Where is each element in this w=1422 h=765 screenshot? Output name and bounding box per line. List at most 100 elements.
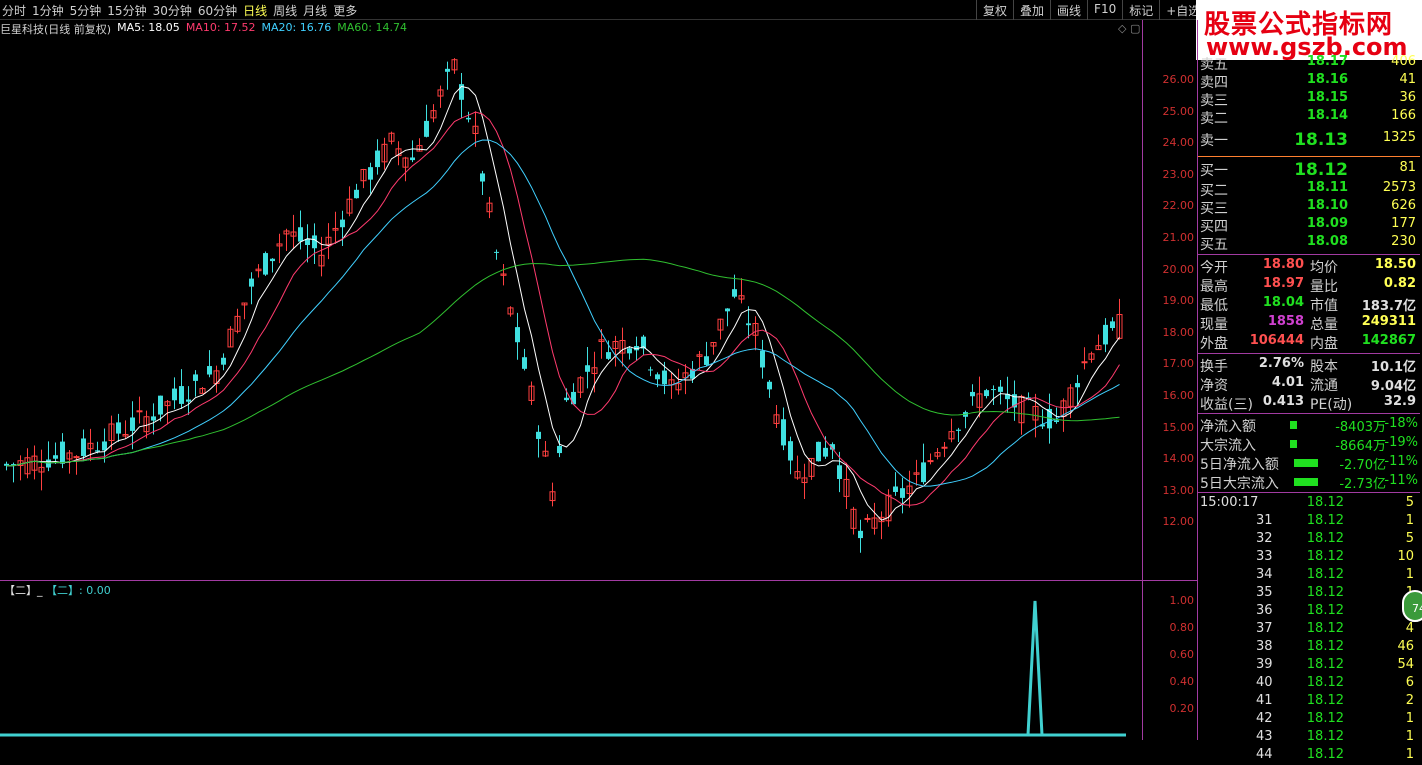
price-tick: 21.00	[1162, 231, 1195, 244]
tick-row: 3618.129	[1198, 603, 1420, 621]
bid-label: 买五	[1200, 237, 1228, 253]
float-badge[interactable]: 74	[1402, 590, 1422, 622]
bid-row[interactable]: 买五 18.08 230	[1198, 234, 1420, 253]
tick-price: 18.12	[1306, 531, 1344, 546]
tick-time: 33	[1256, 549, 1273, 564]
stat-row: 换手 2.76% 股本 10.1亿	[1198, 356, 1420, 375]
stat-row: 收益(三) 0.413 PE(动) 32.9	[1198, 394, 1420, 413]
tick-row: 33 18.12 10	[1198, 549, 1420, 567]
period-tab-3[interactable]: 15分钟	[107, 2, 150, 19]
bid-row[interactable]: 买四 18.09 177	[1198, 216, 1420, 235]
ask-label: 卖三	[1200, 93, 1228, 109]
stat-label: 量比	[1310, 279, 1338, 295]
ask-row[interactable]: 卖三 18.15 36	[1198, 90, 1420, 109]
bid-label: 买四	[1200, 219, 1228, 235]
tick-time: 41	[1256, 693, 1273, 708]
tick-volume: 4	[1405, 621, 1414, 636]
tick-row: 34 18.12 1	[1198, 567, 1420, 585]
tool-button-4[interactable]: 标记	[1122, 0, 1159, 20]
price-axis: 26.00 25.00 24.00 23.00 22.00 21.00 20.00 19.00…	[1142, 20, 1198, 580]
period-tab-6[interactable]: 日线	[243, 2, 271, 19]
period-tab-8[interactable]: 月线	[303, 2, 331, 19]
ask-row[interactable]: 卖四 18.16 41	[1198, 72, 1420, 91]
period-tab-7[interactable]: 周线	[273, 2, 301, 19]
ask-row[interactable]: 卖二 18.14 166	[1198, 108, 1420, 127]
tool-button-3[interactable]: F10	[1087, 0, 1122, 20]
bid-row[interactable]: 买三 18.10 626	[1198, 198, 1420, 217]
stat-row: 今开 18.80 均价 18.50	[1198, 257, 1420, 276]
section-divider	[1198, 413, 1420, 414]
flow-bar	[1290, 440, 1297, 448]
stat-label: 总量	[1310, 317, 1338, 333]
panel-divider	[0, 580, 1198, 581]
tick-row: 3518.121	[1198, 585, 1420, 603]
candle-body	[1054, 420, 1059, 423]
tick-price: 18.12	[1306, 567, 1344, 582]
stat-label: 均价	[1310, 260, 1338, 276]
tick-row: 15:00:17 18.12 5	[1198, 495, 1420, 513]
stat-value: 10.1亿	[1370, 360, 1416, 375]
indicator-tick: 1.00	[1169, 594, 1195, 607]
price-tick: 20.00	[1162, 262, 1195, 276]
ma-line	[6, 85, 1120, 521]
period-tab-9[interactable]: 更多	[333, 2, 361, 19]
bid-row[interactable]: 买一 18.12 81	[1198, 160, 1420, 180]
candle-body	[207, 366, 212, 375]
stat-row: 外盘 106444 内盘 142867	[1198, 333, 1420, 352]
candle-body	[424, 120, 429, 137]
tick-price: 18.12	[1306, 513, 1344, 528]
stat-value: 18.04	[1262, 295, 1304, 310]
candle-body	[767, 381, 772, 390]
candle-body	[410, 157, 415, 161]
tick-price: 18.12	[1306, 729, 1344, 744]
stat-label: 净资	[1200, 378, 1228, 394]
candle-body	[655, 374, 660, 380]
chart-info-bar: 巨星科技(日线 前复权) MA5: 18.05 MA10: 17.52 MA20…	[0, 21, 413, 37]
price-tick: 22.00	[1162, 199, 1195, 213]
ask-price: 18.17	[1306, 54, 1348, 69]
tool-button-1[interactable]: 叠加	[1013, 0, 1050, 20]
stat-label: 内盘	[1310, 336, 1338, 352]
stat-label: 换手	[1200, 359, 1228, 375]
candle-body	[368, 167, 373, 180]
tick-volume: 6	[1405, 675, 1414, 690]
period-tab-5[interactable]: 60分钟	[198, 2, 241, 19]
candle-body	[445, 68, 450, 72]
tool-button-0[interactable]: 复权	[976, 0, 1013, 20]
candle-body	[193, 374, 198, 381]
period-tab-2[interactable]: 5分钟	[70, 2, 106, 19]
stat-row: 现量 1858 总量 249311	[1198, 314, 1420, 333]
stat-value: 183.7亿	[1361, 299, 1416, 314]
indicator-chart[interactable]	[0, 596, 1142, 740]
period-tab-4[interactable]: 30分钟	[153, 2, 196, 19]
chart-corner-icons[interactable]: ◇ ▢	[1118, 22, 1140, 35]
stat-label: PE(动)	[1310, 397, 1353, 413]
tick-price: 18.12	[1306, 603, 1344, 618]
candle-body	[941, 446, 948, 449]
candlestick-chart[interactable]	[0, 38, 1142, 580]
ask-label: 卖五	[1200, 57, 1228, 73]
bid-volume: 2573	[1382, 180, 1416, 195]
tool-button-2[interactable]: 画线	[1050, 0, 1087, 20]
ask-row[interactable]: 卖五 18.17 406	[1198, 54, 1420, 73]
bid-price: 18.08	[1306, 234, 1348, 249]
candle-body	[536, 431, 541, 439]
ask-volume: 1325	[1382, 130, 1416, 145]
price-tick: 12.00	[1162, 515, 1195, 529]
flow-row: 5日净流入额 -2.70亿 -11%	[1198, 454, 1420, 473]
bid-row[interactable]: 买二 18.11 2573	[1198, 180, 1420, 199]
candle-body	[136, 410, 143, 413]
bid-price: 18.10	[1306, 198, 1348, 213]
ask-row[interactable]: 卖一 18.13 1325	[1198, 130, 1420, 150]
price-tick: 16.00	[1162, 389, 1195, 402]
tick-volume: 10	[1397, 549, 1414, 564]
tick-time: 31	[1256, 513, 1273, 528]
tick-time: 39	[1256, 657, 1273, 672]
candle-body	[970, 391, 975, 397]
price-tick: 13.00	[1162, 483, 1195, 497]
tick-price: 18.12	[1306, 747, 1344, 762]
period-tab-0[interactable]: 分时	[2, 2, 30, 19]
candle-body	[102, 441, 107, 451]
period-tab-1[interactable]: 1分钟	[32, 2, 68, 19]
candle-body	[186, 399, 191, 402]
